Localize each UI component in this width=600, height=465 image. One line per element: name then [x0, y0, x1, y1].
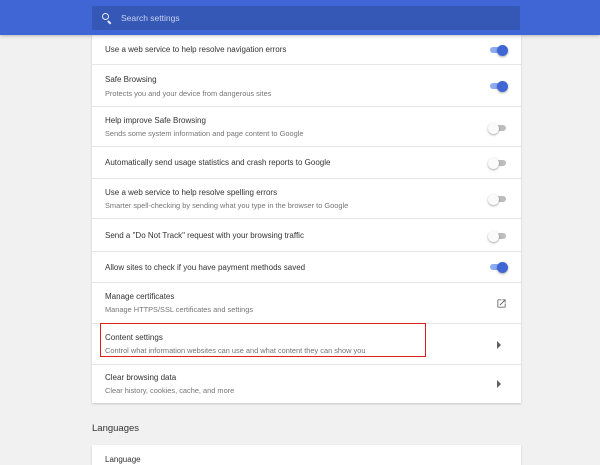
launch-icon[interactable]: [496, 298, 507, 309]
setting-content-settings[interactable]: Content settings Control what informatio…: [92, 323, 521, 364]
setting-title: Manage certificates: [105, 292, 175, 301]
setting-navigation-errors[interactable]: Use a web service to help resolve naviga…: [92, 35, 521, 64]
setting-title: Automatically send usage statistics and …: [105, 158, 331, 167]
languages-card: Language: [92, 445, 521, 465]
setting-title: Allow sites to check if you have payment…: [105, 263, 306, 272]
arrow-right-icon[interactable]: [496, 380, 502, 388]
setting-subtitle: Sends some system information and page c…: [105, 129, 304, 138]
language-item[interactable]: Language: [105, 455, 141, 464]
search-input[interactable]: [120, 6, 520, 30]
setting-improve-safe-browsing[interactable]: Help improve Safe Browsing Sends some sy…: [92, 106, 521, 146]
setting-title: Send a "Do Not Track" request with your …: [105, 231, 304, 240]
setting-title: Use a web service to help resolve spelli…: [105, 188, 278, 197]
setting-clear-browsing-data[interactable]: Clear browsing data Clear history, cooki…: [92, 364, 521, 403]
toggle-switch[interactable]: [488, 121, 508, 135]
setting-subtitle: Smarter spell-checking by sending what y…: [105, 201, 349, 210]
setting-usage-statistics[interactable]: Automatically send usage statistics and …: [92, 146, 521, 178]
setting-subtitle: Control what information websites can us…: [105, 346, 366, 355]
toggle-switch[interactable]: [488, 79, 508, 93]
search-icon[interactable]: [92, 6, 120, 30]
toggle-switch[interactable]: [488, 260, 508, 274]
arrow-right-icon[interactable]: [496, 341, 502, 349]
privacy-settings-card: Use a web service to help resolve naviga…: [92, 35, 521, 403]
toggle-switch[interactable]: [488, 156, 508, 170]
languages-section-title: Languages: [92, 423, 140, 434]
setting-manage-certificates[interactable]: Manage certificates Manage HTTPS/SSL cer…: [92, 282, 521, 323]
setting-title: Help improve Safe Browsing: [105, 116, 206, 125]
setting-spelling-errors[interactable]: Use a web service to help resolve spelli…: [92, 178, 521, 218]
toggle-switch[interactable]: [488, 192, 508, 206]
top-bar: [0, 0, 600, 35]
setting-payment-methods[interactable]: Allow sites to check if you have payment…: [92, 251, 521, 282]
setting-subtitle: Protects you and your device from danger…: [105, 89, 272, 98]
toggle-switch[interactable]: [488, 43, 508, 57]
setting-title: Content settings: [105, 333, 163, 342]
setting-safe-browsing[interactable]: Safe Browsing Protects you and your devi…: [92, 64, 521, 106]
toggle-switch[interactable]: [488, 229, 508, 243]
setting-title: Clear browsing data: [105, 373, 177, 382]
search-box[interactable]: [92, 6, 520, 30]
setting-subtitle: Clear history, cookies, cache, and more: [105, 386, 235, 395]
setting-do-not-track[interactable]: Send a "Do Not Track" request with your …: [92, 218, 521, 251]
setting-subtitle: Manage HTTPS/SSL certificates and settin…: [105, 305, 254, 314]
setting-title: Safe Browsing: [105, 75, 157, 84]
setting-title: Use a web service to help resolve naviga…: [105, 45, 287, 54]
